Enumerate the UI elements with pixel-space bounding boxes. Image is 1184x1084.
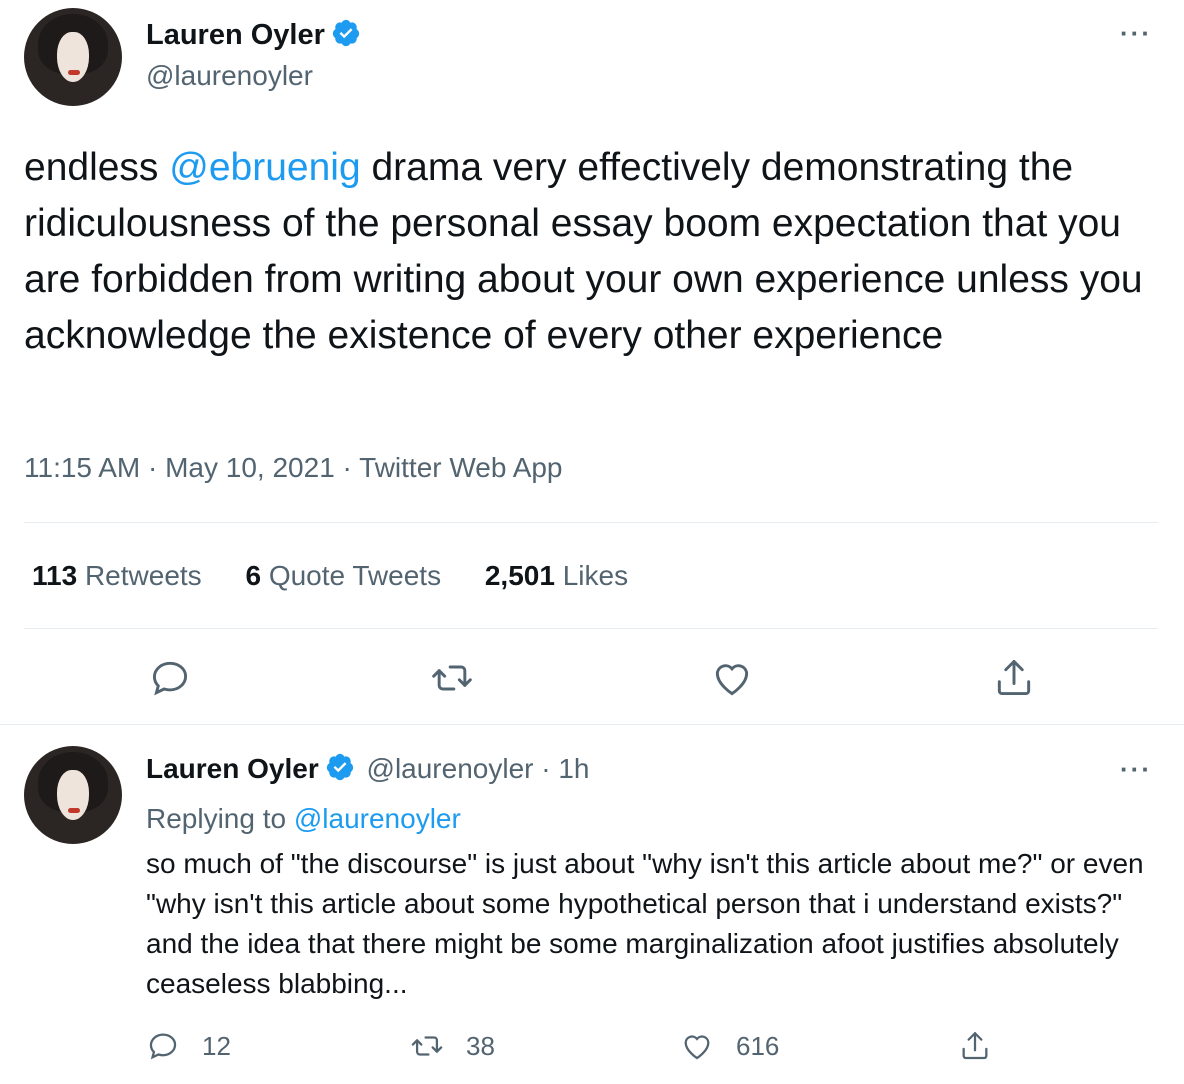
tweet-text: endless @ebruenig drama very effectively… <box>24 140 1164 364</box>
share-button[interactable] <box>958 1026 1014 1066</box>
replying-to: Replying to @laurenoyler <box>146 803 461 835</box>
quotes-count: 6 <box>245 560 262 591</box>
share-icon <box>962 1032 988 1060</box>
author-handle[interactable]: @laurenoyler <box>146 60 313 92</box>
likes-label: Likes <box>562 560 629 591</box>
author-name-text[interactable]: Lauren Oyler <box>146 19 325 51</box>
tweet-text-before: endless <box>24 146 170 189</box>
reply-count: 12 <box>202 1030 231 1061</box>
replying-prefix: Replying to <box>146 803 287 834</box>
quotes-stat[interactable]: 6 Quote Tweets <box>245 560 441 591</box>
reply-icon <box>149 1033 177 1060</box>
reply-header: Lauren Oyler @laurenoyler · 1h <box>146 752 590 785</box>
retweets-stat[interactable]: 113 Retweets <box>32 560 202 591</box>
likes-count: 2,501 <box>484 560 555 591</box>
reply-text: so much of "the discourse" is just about… <box>146 848 1144 999</box>
divider <box>24 522 1158 523</box>
retweet-count: 38 <box>466 1030 495 1061</box>
tweet-stats: 113 Retweets 6 Quote Tweets 2,501 Likes <box>32 560 664 592</box>
reply-button[interactable] <box>148 656 192 700</box>
like-icon <box>684 1035 710 1060</box>
like-count: 616 <box>736 1030 780 1061</box>
retweet-icon <box>411 1036 443 1056</box>
like-button[interactable]: 616 <box>680 1026 779 1066</box>
divider <box>24 628 1158 629</box>
retweet-button[interactable]: 38 <box>410 1026 495 1066</box>
author-name[interactable]: Lauren Oyler <box>146 18 361 52</box>
replying-handle-link[interactable]: @laurenoyler <box>294 803 461 834</box>
mention-link[interactable]: @ebruenig <box>169 146 360 189</box>
retweet-icon <box>432 665 472 691</box>
share-icon <box>997 660 1031 696</box>
likes-stat[interactable]: 2,501 Likes <box>485 560 628 591</box>
more-options-icon[interactable]: ··· <box>1120 18 1152 49</box>
retweets-label: Retweets <box>84 560 202 591</box>
more-options-icon[interactable]: ··· <box>1120 754 1152 785</box>
retweet-button[interactable] <box>430 656 474 700</box>
divider <box>0 724 1184 725</box>
handle-time[interactable]: @laurenoyler · 1h <box>367 753 590 784</box>
author-name-text[interactable]: Lauren Oyler <box>146 753 319 784</box>
reply-icon <box>152 661 188 696</box>
share-button[interactable] <box>992 656 1036 700</box>
avatar[interactable] <box>24 746 122 844</box>
verified-badge-icon <box>332 19 360 47</box>
tweet-timestamp[interactable]: 11:15 AM · May 10, 2021 · Twitter Web Ap… <box>24 452 563 484</box>
reply-button[interactable]: 12 <box>146 1026 231 1066</box>
like-button[interactable] <box>710 656 754 700</box>
quotes-label: Quote Tweets <box>268 560 442 591</box>
like-icon <box>715 664 749 696</box>
avatar[interactable] <box>24 8 122 106</box>
retweets-count: 113 <box>32 560 78 591</box>
verified-badge-icon <box>326 753 353 781</box>
